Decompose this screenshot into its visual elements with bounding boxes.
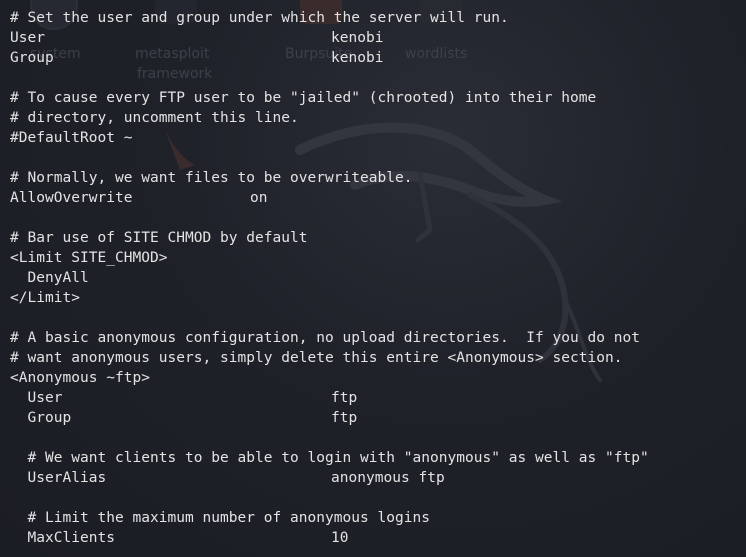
config-value: 10 — [331, 530, 349, 546]
terminal-line: </Limit> — [10, 288, 746, 308]
config-comment: # We want clients to be able to login wi… — [10, 450, 649, 466]
terminal-line: Group kenobi — [10, 48, 746, 68]
config-comment: # Bar use of SITE CHMOD by default — [10, 230, 308, 246]
terminal-output: # Set the user and group under which the… — [10, 8, 746, 557]
terminal-line: # Bar use of SITE CHMOD by default — [10, 228, 746, 248]
terminal-line: # Set the user and group under which the… — [10, 8, 746, 28]
config-comment: # To cause every FTP user to be "jailed"… — [10, 90, 597, 106]
config-value: ftp — [331, 390, 358, 406]
terminal-line: DenyAll — [10, 268, 746, 288]
config-text: </Limit> — [10, 290, 80, 306]
config-text: DenyAll — [10, 270, 89, 286]
terminal-line: AllowOverwrite on — [10, 188, 746, 208]
config-value: ftp — [331, 410, 358, 426]
terminal-line: UserAlias anonymous ftp — [10, 468, 746, 488]
terminal-line: User kenobi — [10, 28, 746, 48]
config-value: kenobi — [331, 30, 384, 46]
config-directive: AllowOverwrite — [10, 190, 133, 206]
config-directive: MaxClients — [10, 530, 115, 546]
config-value: anonymous ftp — [331, 470, 445, 486]
terminal-line: # A basic anonymous configuration, no up… — [10, 328, 746, 348]
config-value: on — [250, 190, 268, 206]
config-directive: User — [10, 390, 63, 406]
config-directive: Group — [10, 410, 72, 426]
terminal-line: # directory, uncomment this line. — [10, 108, 746, 128]
config-value: kenobi — [331, 50, 384, 66]
terminal-line: # Normally, we want files to be overwrit… — [10, 168, 746, 188]
terminal-line: <Limit SITE_CHMOD> — [10, 248, 746, 268]
config-text: <Limit SITE_CHMOD> — [10, 250, 168, 266]
config-comment: # Set the user and group under which the… — [10, 10, 509, 26]
terminal-line: #DefaultRoot ~ — [10, 128, 746, 148]
terminal-line: # To cause every FTP user to be "jailed"… — [10, 88, 746, 108]
terminal-line: <Anonymous ~ftp> — [10, 368, 746, 388]
terminal-line: User ftp — [10, 388, 746, 408]
config-comment: # want anonymous users, simply delete th… — [10, 350, 623, 366]
terminal-line: # Limit the maximum number of anonymous … — [10, 508, 746, 528]
config-comment: # A basic anonymous configuration, no up… — [10, 330, 640, 346]
terminal-line: # We want clients to be able to login wi… — [10, 448, 746, 468]
terminal-line: Group ftp — [10, 408, 746, 428]
config-comment: # Limit the maximum number of anonymous … — [10, 510, 430, 526]
config-text: <Anonymous ~ftp> — [10, 370, 150, 386]
terminal-line: MaxClients 10 — [10, 528, 746, 548]
config-comment: #DefaultRoot ~ — [10, 130, 133, 146]
terminal-line: # want anonymous users, simply delete th… — [10, 348, 746, 368]
config-directive: Group — [10, 50, 54, 66]
config-comment: # directory, uncomment this line. — [10, 110, 299, 126]
config-directive: UserAlias — [10, 470, 107, 486]
config-directive: User — [10, 30, 45, 46]
config-comment: # Normally, we want files to be overwrit… — [10, 170, 413, 186]
